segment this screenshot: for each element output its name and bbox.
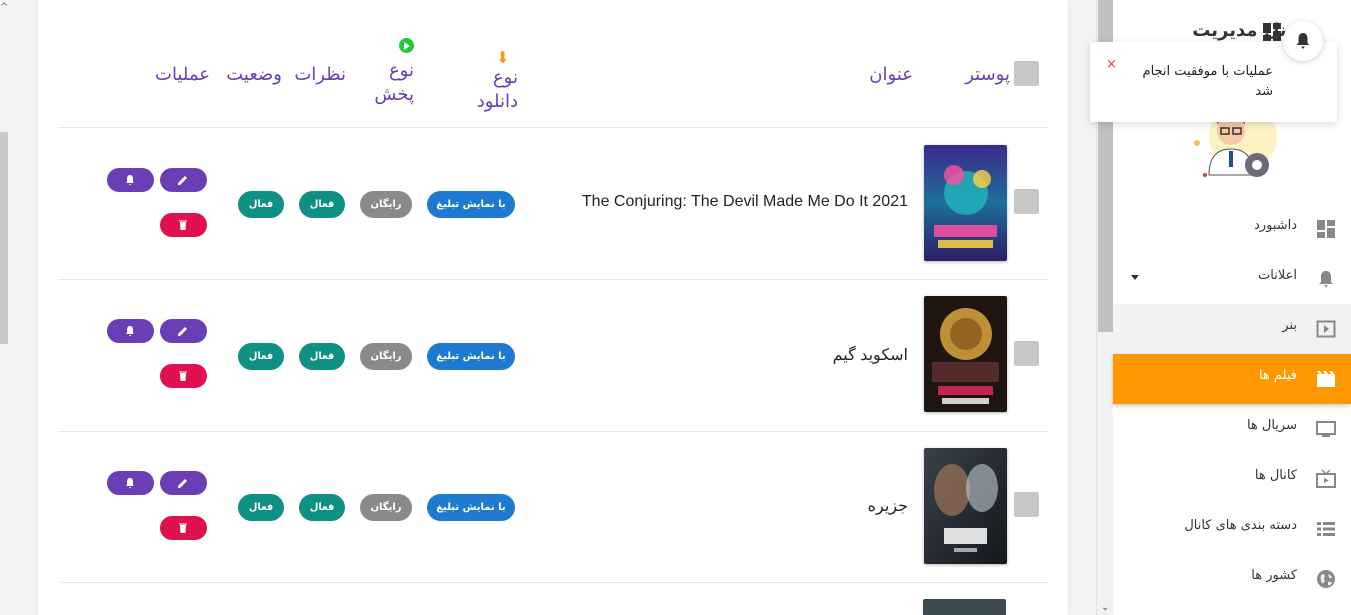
movie-poster-partial[interactable] [923,599,1006,615]
download-type-badge[interactable]: با نمایش تبلیغ [427,191,515,218]
movie-title: جزیره [867,498,908,515]
left-scrollbar[interactable]: ^ [0,0,10,615]
table-row: The Conjuring: The Devil Made Me Do It 2… [58,128,1048,280]
pencil-icon [178,327,187,336]
download-type-badge[interactable]: با نمایش تبلیغ [427,343,515,370]
dashboard-icon [1263,23,1281,41]
bell-icon [126,175,134,186]
bell-icon [126,478,134,489]
sidebar-item-notifications[interactable]: اعلانات [1113,254,1351,304]
scroll-down-arrow-icon[interactable]: ⌄ [1101,602,1109,613]
header-download-type-label: نوع دانلود [476,67,518,112]
edit-button[interactable] [160,319,207,343]
channel-icon [1316,469,1336,488]
movie-poster[interactable] [924,296,1007,412]
sidebar-item-label: بنر [1282,318,1297,333]
delete-button[interactable] [160,516,207,540]
movie-title: The Conjuring: The Devil Made Me Do It 2… [581,193,908,210]
comments-status-badge[interactable]: فعال [299,343,345,370]
header-status: وضعیت [226,64,282,85]
poster-image [924,145,1007,261]
table-row: جزیره با نمایش تبلیغ رایگان فعال فعال [58,431,1048,583]
bell-icon [1319,271,1333,288]
delete-button[interactable] [160,364,207,388]
notify-button[interactable] [107,319,154,343]
trash-icon [179,371,187,381]
pencil-icon [178,176,187,185]
header-poster: پوستر [965,64,1010,85]
notify-button[interactable] [107,471,154,495]
status-badge[interactable]: فعال [238,494,284,521]
sidebar-item-channel-categories[interactable]: دسته بندی های کانال [1113,504,1351,554]
edit-button[interactable] [160,168,207,192]
notification-button[interactable] [1283,21,1323,61]
comments-status-badge[interactable]: فعال [299,494,345,521]
scroll-up-arrow-icon[interactable]: ^ [0,2,8,13]
tv-icon [1316,421,1336,437]
download-type-badge[interactable]: با نمایش تبلیغ [427,494,515,521]
play-type-badge[interactable]: رایگان [360,494,412,521]
row-checkbox[interactable] [1014,492,1039,517]
row-checkbox[interactable] [1014,189,1039,214]
sidebar-item-label: دسته بندی های کانال [1184,518,1297,533]
movie-title: اسکوید گیم [832,347,908,364]
edit-button[interactable] [160,471,207,495]
header-title: عنوان [869,64,913,85]
list-icon [1317,522,1335,536]
comments-status-badge[interactable]: فعال [299,191,345,218]
left-scroll-thumb[interactable] [0,132,8,344]
bell-icon [1296,33,1310,49]
sidebar-item-channels[interactable]: کانال ها [1113,454,1351,504]
download-icon: ⬇ [496,48,510,67]
status-badge[interactable]: فعال [238,343,284,370]
dashboard-icon [1317,220,1335,238]
toast-message: عملیات با موفقیت انجام شد [1142,64,1273,99]
sidebar-item-label: سریال ها [1246,418,1297,433]
sidebar-item-countries[interactable]: کشور ها [1113,554,1351,604]
poster-image [924,296,1007,412]
sidebar-item-label: فیلم ها [1258,368,1297,383]
header-download-type[interactable]: ⬇ نوع دانلود [458,50,518,114]
sidebar-item-label: کانال ها [1254,468,1297,483]
row-checkbox[interactable] [1014,341,1039,366]
bell-icon [126,326,134,337]
delete-button[interactable] [160,213,207,237]
trash-icon [179,523,187,533]
sidebar-item-label: اعلانات [1258,268,1297,283]
play-type-badge[interactable]: رایگان [360,191,412,218]
table-row: اسکوید گیم با نمایش تبلیغ رایگان فعال فع… [58,280,1048,432]
chevron-down-icon[interactable] [1131,275,1139,280]
globe-icon [1317,570,1335,588]
movie-icon [1317,371,1335,387]
header-play-type-label: نوع پخش [374,60,414,105]
play-icon [399,38,414,53]
select-all-checkbox[interactable] [1014,61,1039,86]
sidebar-item-dashboard[interactable]: داشبورد [1113,204,1351,254]
header-operations: عملیات [155,64,210,85]
banner-icon [1316,320,1336,338]
notify-button[interactable] [107,168,154,192]
movie-poster[interactable] [924,145,1007,261]
status-badge[interactable]: فعال [238,191,284,218]
close-icon[interactable]: × [1106,57,1117,72]
sidebar-item-series[interactable]: سریال ها [1113,404,1351,454]
header-comments: نظرات [294,64,346,85]
sidebar-item-label: داشبورد [1254,218,1297,233]
sidebar-item-movies[interactable]: فیلم ها [1113,354,1351,404]
trash-icon [179,220,187,230]
movies-table-card: پوستر عنوان ⬇ نوع دانلود نوع پخش نظرات و… [38,0,1068,615]
header-play-type[interactable]: نوع پخش [358,38,414,107]
movie-poster[interactable] [924,448,1007,564]
table-header: پوستر عنوان ⬇ نوع دانلود نوع پخش نظرات و… [58,0,1048,128]
poster-image [924,448,1007,564]
sidebar-item-banner[interactable]: بنر [1113,304,1351,354]
play-type-badge[interactable]: رایگان [360,343,412,370]
sidebar-item-label: کشور ها [1251,568,1297,583]
pencil-icon [178,479,187,488]
